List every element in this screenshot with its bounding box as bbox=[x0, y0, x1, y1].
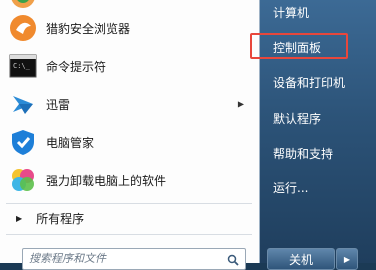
right-item-run[interactable]: 运行... bbox=[267, 175, 372, 199]
right-item-help-support[interactable]: 帮助和支持 bbox=[267, 141, 372, 165]
separator bbox=[6, 234, 252, 235]
all-programs-label: 所有程序 bbox=[36, 211, 85, 226]
program-label: 电脑管家 bbox=[46, 135, 95, 150]
right-item-label: 计算机 bbox=[273, 5, 310, 20]
search-icon[interactable] bbox=[227, 251, 239, 270]
start-menu-left-pane: 猎豹安全浏览器 C:\_ 命令提示符 迅雷 ▶ 电脑管家 强力卸载电脑上的软件 … bbox=[0, 0, 260, 270]
submenu-arrow-icon[interactable]: ▶ bbox=[238, 100, 244, 109]
program-label: 强力卸载电脑上的软件 bbox=[46, 173, 167, 188]
cheetah-browser-icon bbox=[8, 13, 38, 43]
program-label: 命令提示符 bbox=[46, 59, 107, 74]
program-item-cmd[interactable]: C:\_ 命令提示符 bbox=[8, 48, 252, 84]
highlight-box bbox=[250, 33, 348, 59]
uninstaller-icon bbox=[8, 165, 38, 195]
shutdown-button[interactable]: 关机 bbox=[267, 248, 335, 270]
right-item-default-programs[interactable]: 默认程序 bbox=[267, 106, 372, 130]
search-box[interactable] bbox=[22, 248, 246, 270]
expand-arrow-icon: ▶ bbox=[16, 213, 23, 223]
shutdown-options-button[interactable]: ▶ bbox=[336, 248, 358, 270]
cmd-icon: C:\_ bbox=[8, 51, 38, 81]
program-item-pc-manager[interactable]: 电脑管家 bbox=[8, 124, 252, 160]
svg-text:C:\_: C:\_ bbox=[13, 62, 31, 70]
program-item-uninstaller[interactable]: 强力卸载电脑上的软件 bbox=[8, 162, 252, 198]
program-label: 猎豹安全浏览器 bbox=[46, 21, 131, 36]
program-label: 迅雷 bbox=[46, 97, 71, 112]
search-input[interactable] bbox=[29, 251, 219, 266]
program-item-xunlei[interactable]: 迅雷 ▶ bbox=[8, 86, 252, 122]
xunlei-icon bbox=[8, 89, 38, 119]
right-item-label: 设备和打印机 bbox=[273, 75, 346, 90]
pc-manager-icon bbox=[8, 127, 38, 157]
right-item-label: 默认程序 bbox=[273, 111, 322, 126]
right-item-label: 运行... bbox=[273, 180, 309, 195]
program-item-cheetah-browser[interactable]: 猎豹安全浏览器 bbox=[8, 10, 252, 46]
separator bbox=[6, 203, 252, 204]
right-item-computer[interactable]: 计算机 bbox=[267, 0, 372, 24]
shutdown-label: 关机 bbox=[288, 252, 313, 267]
all-programs-item[interactable]: ▶ 所有程序 bbox=[8, 208, 252, 228]
right-item-label: 帮助和支持 bbox=[273, 146, 334, 161]
right-item-devices-printers[interactable]: 设备和打印机 bbox=[267, 70, 372, 94]
